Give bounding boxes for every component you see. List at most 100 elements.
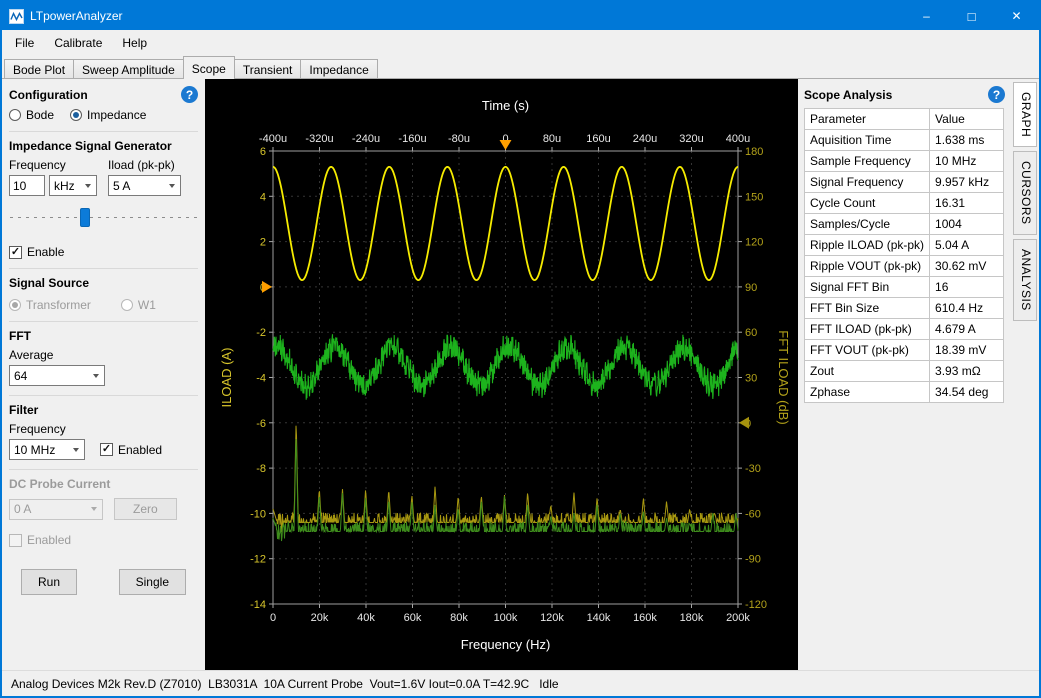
tab-scope[interactable]: Scope bbox=[183, 56, 235, 79]
analysis-header-row: Parameter Value bbox=[805, 109, 1004, 130]
svg-text:-120: -120 bbox=[745, 599, 767, 611]
tab-impedance[interactable]: Impedance bbox=[300, 59, 377, 79]
svg-text:60: 60 bbox=[745, 327, 757, 339]
scope-chart[interactable]: -400u06180-320u20k4150-240u40k2120-160u6… bbox=[205, 79, 798, 671]
iload-combo[interactable]: 5 A bbox=[108, 175, 181, 196]
svg-text:-30: -30 bbox=[745, 463, 761, 475]
chevron-down-icon bbox=[85, 184, 91, 188]
frequency-unit-combo[interactable]: kHz bbox=[49, 175, 97, 196]
fft-average-label: Average bbox=[9, 348, 198, 362]
filter-frequency-label: Frequency bbox=[9, 422, 198, 436]
frequency-label: Frequency bbox=[9, 158, 97, 172]
dc-probe-title: DC Probe Current bbox=[9, 477, 198, 491]
minimize-icon[interactable]: – bbox=[904, 2, 949, 30]
time-axis-label: Time (s) bbox=[482, 98, 529, 113]
analysis-row: FFT ILOAD (pk-pk)4.679 A bbox=[805, 319, 1004, 340]
tab-sweep-amplitude[interactable]: Sweep Amplitude bbox=[73, 59, 184, 79]
frequency-input[interactable] bbox=[9, 175, 45, 196]
parameter-cell: Signal FFT Bin bbox=[805, 277, 930, 298]
svg-text:140k: 140k bbox=[587, 612, 611, 624]
analysis-row: Aquisition Time1.638 ms bbox=[805, 130, 1004, 151]
divider bbox=[9, 321, 198, 322]
analysis-row: FFT VOUT (pk-pk)18.39 mV bbox=[805, 340, 1004, 361]
svg-text:0: 0 bbox=[270, 612, 276, 624]
status-bar: Analog Devices M2k Rev.D (Z7010) LB3031A… bbox=[2, 670, 1039, 696]
value-cell: 16 bbox=[930, 277, 1004, 298]
fft-average-combo[interactable]: 64 bbox=[9, 365, 105, 386]
svg-text:200k: 200k bbox=[726, 612, 750, 624]
time-zero-marker[interactable] bbox=[500, 140, 512, 150]
tab-bode-plot[interactable]: Bode Plot bbox=[4, 59, 74, 79]
frequency-slider[interactable] bbox=[10, 206, 197, 230]
svg-text:90: 90 bbox=[745, 282, 757, 294]
fft-average-value: 64 bbox=[14, 369, 27, 383]
w1-radio-label: W1 bbox=[138, 298, 156, 312]
divider bbox=[9, 268, 198, 269]
svg-text:160u: 160u bbox=[586, 133, 610, 145]
svg-text:-240u: -240u bbox=[352, 133, 380, 145]
iload-value: 5 A bbox=[113, 179, 130, 193]
scope-plot-area[interactable]: -400u06180-320u20k4150-240u40k2120-160u6… bbox=[205, 79, 798, 670]
frequency-unit-value: kHz bbox=[54, 179, 75, 193]
tab-graph[interactable]: GRAPH bbox=[1013, 82, 1037, 147]
value-cell: 5.04 A bbox=[930, 235, 1004, 256]
impedance-radio-circle bbox=[70, 109, 82, 121]
chevron-down-icon bbox=[93, 374, 99, 378]
divider bbox=[9, 395, 198, 396]
close-icon[interactable]: ✕ bbox=[994, 2, 1039, 30]
parameter-cell: Ripple VOUT (pk-pk) bbox=[805, 256, 930, 277]
title-bar[interactable]: LTpowerAnalyzer – □ ✕ bbox=[2, 2, 1039, 30]
analysis-row: Signal Frequency9.957 kHz bbox=[805, 172, 1004, 193]
filter-enabled-checkbox[interactable]: Enabled bbox=[100, 443, 162, 457]
menu-help[interactable]: Help bbox=[112, 30, 157, 56]
help-icon[interactable]: ? bbox=[181, 86, 198, 103]
enable-checkbox[interactable]: Enable bbox=[9, 245, 198, 259]
slider-thumb[interactable] bbox=[80, 208, 90, 227]
iload-zero-marker[interactable] bbox=[262, 281, 272, 293]
tab-cursors[interactable]: CURSORS bbox=[1013, 151, 1037, 235]
svg-text:320u: 320u bbox=[679, 133, 703, 145]
maximize-icon[interactable]: □ bbox=[949, 2, 994, 30]
tab-analysis[interactable]: ANALYSIS bbox=[1013, 239, 1037, 321]
svg-text:-80u: -80u bbox=[448, 133, 470, 145]
menu-file[interactable]: File bbox=[5, 30, 44, 56]
fft-zero-marker[interactable] bbox=[739, 417, 749, 429]
app-icon bbox=[9, 9, 24, 24]
analysis-row: Zphase34.54 deg bbox=[805, 382, 1004, 403]
value-cell: 610.4 Hz bbox=[930, 298, 1004, 319]
impedance-radio-label: Impedance bbox=[87, 108, 146, 122]
run-button[interactable]: Run bbox=[21, 569, 77, 595]
svg-text:4: 4 bbox=[260, 191, 266, 203]
value-cell: 34.54 deg bbox=[930, 382, 1004, 403]
impedance-radio[interactable]: Impedance bbox=[70, 108, 146, 122]
w1-radio-circle bbox=[121, 299, 133, 311]
svg-text:-400u: -400u bbox=[259, 133, 287, 145]
single-button[interactable]: Single bbox=[119, 569, 186, 595]
filter-frequency-combo[interactable]: 10 MHz bbox=[9, 439, 85, 460]
svg-text:20k: 20k bbox=[311, 612, 329, 624]
svg-text:6: 6 bbox=[260, 146, 266, 158]
parameter-cell: Cycle Count bbox=[805, 193, 930, 214]
value-cell: 16.31 bbox=[930, 193, 1004, 214]
bode-radio[interactable]: Bode bbox=[9, 108, 54, 122]
parameter-column-header: Parameter bbox=[805, 109, 930, 130]
transformer-radio-label: Transformer bbox=[26, 298, 91, 312]
parameter-cell: Ripple ILOAD (pk-pk) bbox=[805, 235, 930, 256]
main-content: Configuration ? Bode Impedance Impedance… bbox=[2, 79, 1039, 670]
menu-calibrate[interactable]: Calibrate bbox=[44, 30, 112, 56]
fft-axis-label: FFT ILOAD (dB) bbox=[776, 330, 791, 424]
tab-transient[interactable]: Transient bbox=[234, 59, 302, 79]
value-column-header: Value bbox=[930, 109, 1004, 130]
analysis-help-icon[interactable]: ? bbox=[988, 86, 1005, 103]
filter-frequency-value: 10 MHz bbox=[14, 443, 55, 457]
parameter-cell: FFT VOUT (pk-pk) bbox=[805, 340, 930, 361]
w1-radio: W1 bbox=[121, 298, 156, 312]
right-tab-strip: GRAPH CURSORS ANALYSIS bbox=[1011, 79, 1039, 670]
analysis-row: Zout3.93 mΩ bbox=[805, 361, 1004, 382]
analysis-row: Signal FFT Bin16 bbox=[805, 277, 1004, 298]
generator-title: Impedance Signal Generator bbox=[9, 139, 198, 153]
dc-probe-current-combo: 0 A bbox=[9, 499, 103, 520]
filter-title: Filter bbox=[9, 403, 198, 417]
value-cell: 3.93 mΩ bbox=[930, 361, 1004, 382]
svg-text:-14: -14 bbox=[250, 599, 266, 611]
